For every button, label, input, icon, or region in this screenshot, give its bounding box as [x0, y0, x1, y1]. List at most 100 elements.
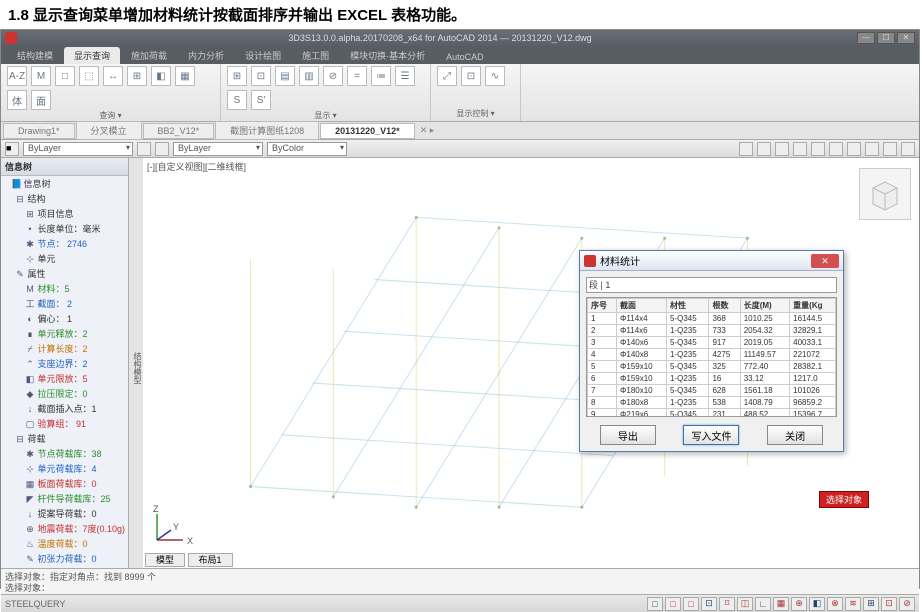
command-line[interactable]: 选择对象：指定对角点：找到 8999 个 选择对象： — [1, 568, 919, 594]
ribbon-icon[interactable]: S′ — [251, 90, 271, 110]
tree-item[interactable]: M 材料：5 — [11, 281, 128, 296]
doc-tab[interactable]: 截图计算图纸1208 — [215, 121, 319, 140]
toolbar-button[interactable] — [811, 142, 825, 156]
tree-item[interactable]: ↓ 提案导荷载：0 — [11, 506, 128, 521]
tree-item[interactable]: ▢ 验算组： 91 — [11, 416, 128, 431]
table-header[interactable]: 长度(M) — [740, 299, 789, 313]
statusbar-toggle[interactable]: □ — [647, 597, 663, 611]
ribbon-icon[interactable]: ▤ — [275, 66, 295, 86]
tree-item[interactable]: • 长度单位：毫米 — [11, 221, 128, 236]
close-button[interactable]: ✕ — [897, 32, 915, 44]
dialog-table-scroll[interactable]: 序号截面材性根数长度(M)重量(Kg 1Φ114x45-Q3453681010.… — [586, 297, 837, 417]
table-header[interactable]: 根数 — [709, 299, 740, 313]
layout-tab[interactable]: 布局1 — [188, 553, 233, 567]
statusbar-toggle[interactable]: ⌑ — [719, 597, 735, 611]
table-header[interactable]: 重量(Kg — [790, 299, 836, 313]
minimize-button[interactable]: — — [857, 32, 875, 44]
write-file-button[interactable]: 写入文件 — [683, 425, 739, 445]
statusbar-toggle[interactable]: ⊞ — [863, 597, 879, 611]
ribbon-tab-5[interactable]: 施工图 — [292, 47, 339, 64]
doc-tab[interactable]: Drawing1* — [3, 123, 75, 139]
table-header[interactable]: 序号 — [588, 299, 617, 313]
ribbon-tab-3[interactable]: 内力分析 — [178, 47, 234, 64]
statusbar-toggle[interactable]: ⊘ — [899, 597, 915, 611]
ribbon-icon[interactable]: = — [347, 66, 367, 86]
ribbon-icon[interactable]: ∿ — [485, 66, 505, 86]
statusbar-toggle[interactable]: ◧ — [809, 597, 825, 611]
ribbon-icon[interactable]: M — [31, 66, 51, 86]
toolbar-button[interactable] — [829, 142, 843, 156]
linetype-combo[interactable]: ByLayer — [173, 142, 263, 156]
tree-item[interactable]: ✎ 属性 — [11, 266, 128, 281]
table-header[interactable]: 截面 — [617, 299, 667, 313]
table-row[interactable]: 3Φ140x65-Q3459172019.0540033.1 — [588, 337, 836, 349]
table-row[interactable]: 7Φ180x105-Q3456281561.18101026 — [588, 385, 836, 397]
ribbon-tab-6[interactable]: 模块切换·基本分析 — [340, 47, 435, 64]
table-row[interactable]: 5Φ159x105-Q345325772.4028382.1 — [588, 361, 836, 373]
tree-item[interactable]: ✎ 初张力荷载：0 — [11, 551, 128, 566]
tree-item[interactable]: ⊹ 单元 — [11, 251, 128, 266]
tree-item[interactable]: ◤ 杆件导荷载库：25 — [11, 491, 128, 506]
ribbon-tab-0[interactable]: 结构建模 — [7, 47, 63, 64]
statusbar-toggle[interactable]: ⊡ — [881, 597, 897, 611]
statusbar-toggle[interactable]: ≋ — [845, 597, 861, 611]
color-swatch-icon[interactable]: ■ — [5, 142, 19, 156]
toolbar-button[interactable] — [155, 142, 169, 156]
table-row[interactable]: 8Φ180x81-Q2355381408.7996859.2 — [588, 397, 836, 409]
doc-tab[interactable]: 分叉模立 — [76, 121, 142, 140]
table-row[interactable]: 6Φ159x101-Q2351633.121217.0 — [588, 373, 836, 385]
tree-item[interactable]: ✱ 节点： 2746 — [11, 236, 128, 251]
tree-item[interactable]: ⊟ 结构 — [11, 191, 128, 206]
maximize-button[interactable]: ☐ — [877, 32, 895, 44]
tree-item[interactable]: ✱ 节点荷载库：38 — [11, 446, 128, 461]
ribbon-tab-2[interactable]: 施加荷载 — [121, 47, 177, 64]
tree-item[interactable]: 工 截面： 2 — [11, 296, 128, 311]
tree-item[interactable]: ⌿ 计算长度：2 — [11, 341, 128, 356]
toolbar-button[interactable] — [775, 142, 789, 156]
doc-tab[interactable]: BB2_V12* — [143, 123, 215, 139]
layer-combo[interactable]: ByLayer — [23, 142, 133, 156]
statusbar-toggle[interactable]: ⊡ — [701, 597, 717, 611]
view-cube[interactable] — [859, 168, 911, 220]
tree-item[interactable]: ◐ 偏心： 1 — [11, 311, 128, 326]
ribbon-icon[interactable]: S — [227, 90, 247, 110]
ribbon-icon[interactable]: A-Z — [7, 66, 27, 86]
table-row[interactable]: 1Φ114x45-Q3453681010.2516144.5 — [588, 313, 836, 325]
statusbar-toggle[interactable]: ⊗ — [827, 597, 843, 611]
statusbar-toggle[interactable]: □ — [665, 597, 681, 611]
toolbar-button[interactable] — [901, 142, 915, 156]
table-row[interactable]: 4Φ140x81-Q235427511149.57221072 — [588, 349, 836, 361]
statusbar-toggle[interactable]: ∟ — [755, 597, 771, 611]
tree-item[interactable]: ▦ 板面荷载库：0 — [11, 476, 128, 491]
ribbon-icon[interactable]: ≔ — [371, 66, 391, 86]
ribbon-icon[interactable]: ⊡ — [251, 66, 271, 86]
ribbon-icon[interactable]: ◧ — [151, 66, 171, 86]
toolbar-button[interactable] — [137, 142, 151, 156]
export-button[interactable]: 导出 — [600, 425, 656, 445]
tree-item[interactable]: ↓ 截面插入点：1 — [11, 401, 128, 416]
ribbon-icon[interactable]: ⊘ — [323, 66, 343, 86]
ribbon-icon[interactable]: ⊞ — [127, 66, 147, 86]
ribbon-icon[interactable]: ▦ — [175, 66, 195, 86]
statusbar-toggle[interactable]: ◫ — [737, 597, 753, 611]
toolbar-button[interactable] — [793, 142, 807, 156]
table-header[interactable]: 材性 — [666, 299, 708, 313]
table-row[interactable]: 9Φ219x65-Q345231488.5215396.7 — [588, 409, 836, 418]
statusbar-toggle[interactable]: ⊕ — [791, 597, 807, 611]
tree-item[interactable]: ⊹ 单元荷载库：4 — [11, 461, 128, 476]
model-tab[interactable]: 模型 — [145, 553, 185, 567]
ribbon-icon[interactable]: ☰ — [395, 66, 415, 86]
ribbon-icon[interactable]: ⊞ — [227, 66, 247, 86]
dialog-filter-input[interactable]: 段 | 1 — [586, 277, 837, 293]
ribbon-icon[interactable]: 面 — [31, 90, 51, 110]
toolbar-button[interactable] — [865, 142, 879, 156]
ribbon-icon[interactable]: 体 — [7, 90, 27, 110]
ribbon-icon[interactable]: ⤢ — [437, 66, 457, 86]
ribbon-icon[interactable]: ⊡ — [461, 66, 481, 86]
toolbar-button[interactable] — [883, 142, 897, 156]
toolbar-button[interactable] — [757, 142, 771, 156]
ribbon-tab-1[interactable]: 显示查询 — [64, 47, 120, 64]
tree-item[interactable]: ⊞ 项目信息 — [11, 206, 128, 221]
ribbon-tab-4[interactable]: 设计绘图 — [235, 47, 291, 64]
tree-item[interactable]: ⌃ 支座边界：2 — [11, 356, 128, 371]
